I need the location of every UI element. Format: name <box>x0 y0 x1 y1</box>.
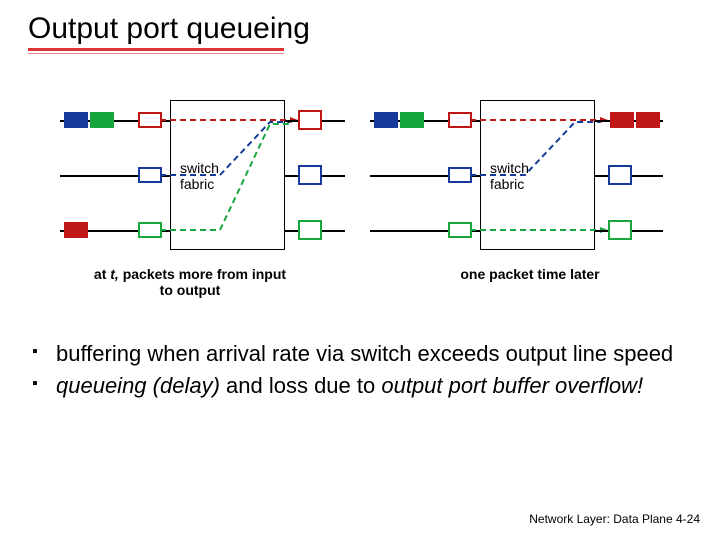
output-buffer-2 <box>298 165 322 185</box>
bullet-2-mid: and loss due to <box>220 373 381 398</box>
bullet-2: queueing (delay) and loss due to output … <box>30 372 690 400</box>
output-buffer-2 <box>608 165 632 185</box>
packet-slot-red <box>138 112 162 128</box>
footer-text: Network Layer: Data Plane 4- <box>529 512 686 526</box>
footer-page: 24 <box>687 512 700 526</box>
packet-green <box>90 112 114 128</box>
bullet-list: buffering when arrival rate via switch e… <box>30 340 690 403</box>
caption-ital: t, <box>110 266 119 282</box>
packet-red <box>64 222 88 238</box>
caption-at-t: at t, packets more from input to output <box>90 266 290 298</box>
switch-fabric-label: switch fabric <box>490 160 529 192</box>
output-buffer-3 <box>298 220 322 240</box>
switch-fabric-label: switch fabric <box>180 160 219 192</box>
packet-slot-blue <box>448 167 472 183</box>
footer: Network Layer: Data Plane 4-24 <box>529 512 700 526</box>
diagram-later: switch fabric one packet time later <box>370 100 670 310</box>
caption-later: one packet time later <box>430 266 630 282</box>
caption-post: packets more from input to output <box>119 266 286 298</box>
output-buffer-3 <box>608 220 632 240</box>
packet-green <box>400 112 424 128</box>
title-underline <box>28 48 284 51</box>
packet-slot-red <box>448 112 472 128</box>
bullet-2-ital2: output port buffer overflow! <box>381 373 643 398</box>
slide-title: Output port queueing <box>0 0 720 50</box>
diagram-area: switch fabric at t, packets more from in… <box>60 100 680 310</box>
caption-pre: at <box>94 266 110 282</box>
packet-slot-blue <box>138 167 162 183</box>
packet-blue <box>374 112 398 128</box>
diagram-at-t: switch fabric at t, packets more from in… <box>60 100 360 310</box>
output-buffer-1 <box>298 110 322 130</box>
packet-slot-green <box>138 222 162 238</box>
bullet-2-ital1: queueing (delay) <box>56 373 220 398</box>
queued-packet-red <box>636 112 660 128</box>
bullet-1: buffering when arrival rate via switch e… <box>30 340 690 368</box>
packet-blue <box>64 112 88 128</box>
packet-slot-green <box>448 222 472 238</box>
queued-packet-red <box>610 112 634 128</box>
